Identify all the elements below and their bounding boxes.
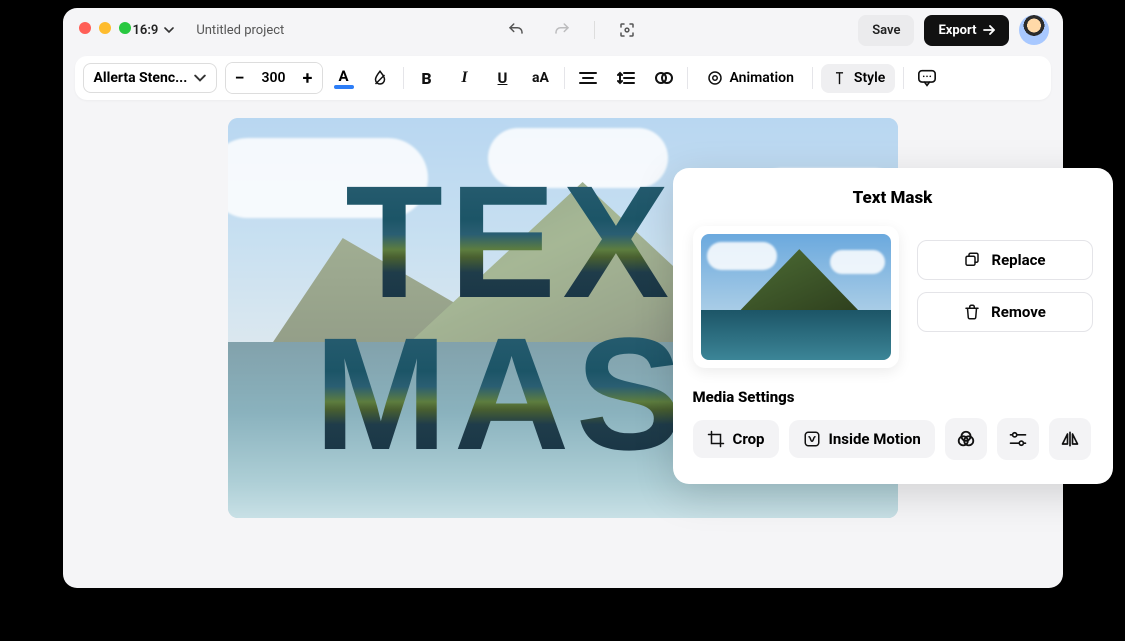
remove-button[interactable]: Remove bbox=[917, 292, 1093, 332]
crop-button[interactable]: Crop bbox=[693, 420, 779, 458]
replace-button[interactable]: Replace bbox=[917, 240, 1093, 280]
sliders-button[interactable] bbox=[997, 418, 1039, 460]
comment-button[interactable] bbox=[912, 63, 942, 93]
avatar[interactable] bbox=[1019, 15, 1049, 45]
text-style-icon bbox=[831, 70, 848, 87]
venn-icon bbox=[955, 429, 977, 449]
font-size-stepper: − 300 + bbox=[225, 62, 323, 94]
style-label: Style bbox=[854, 70, 885, 86]
inside-motion-label: Inside Motion bbox=[829, 430, 921, 448]
font-size-value[interactable]: 300 bbox=[254, 70, 294, 86]
window-controls bbox=[79, 22, 131, 34]
divider bbox=[687, 67, 688, 89]
line-spacing-button[interactable] bbox=[611, 63, 641, 93]
media-thumbnail bbox=[701, 234, 891, 360]
drop-icon bbox=[371, 69, 389, 87]
text-color-button[interactable]: A bbox=[331, 67, 357, 89]
line-spacing-icon bbox=[617, 70, 635, 86]
aspect-ratio-label: 16:9 bbox=[133, 23, 159, 38]
replace-icon bbox=[963, 251, 981, 269]
font-name-label: Allerta Stenc... bbox=[94, 70, 188, 86]
color-adjust-button[interactable] bbox=[945, 418, 987, 460]
trash-icon bbox=[963, 303, 981, 321]
media-thumbnail-wrap[interactable] bbox=[693, 226, 899, 368]
save-button[interactable]: Save bbox=[858, 15, 914, 46]
animation-button[interactable]: Animation bbox=[696, 63, 804, 93]
cloud bbox=[707, 242, 777, 270]
panel-title: Text Mask bbox=[693, 188, 1093, 208]
bold-button[interactable]: B bbox=[412, 63, 442, 93]
align-button[interactable] bbox=[573, 63, 603, 93]
align-center-icon bbox=[579, 71, 597, 85]
effects-button[interactable] bbox=[649, 63, 679, 93]
flip-button[interactable] bbox=[1049, 418, 1091, 460]
divider bbox=[403, 67, 404, 89]
font-size-decrease[interactable]: − bbox=[226, 63, 254, 93]
topbar-right: Save Export bbox=[858, 15, 1048, 46]
text-case-button[interactable]: aA bbox=[526, 63, 556, 93]
focus-button[interactable] bbox=[613, 16, 641, 44]
cloud bbox=[830, 250, 885, 274]
text-mask-panel: Text Mask Replace Remove bbox=[673, 168, 1113, 484]
crop-label: Crop bbox=[733, 430, 765, 448]
text-toolbar: Allerta Stenc... − 300 + A B I U aA bbox=[75, 56, 1051, 100]
media-settings-label: Media Settings bbox=[693, 388, 1093, 406]
arrow-right-icon bbox=[983, 25, 995, 35]
style-button[interactable]: Style bbox=[821, 64, 895, 93]
motion-icon bbox=[803, 430, 821, 448]
comment-icon bbox=[917, 69, 937, 87]
underline-button[interactable]: U bbox=[488, 63, 518, 93]
font-family-select[interactable]: Allerta Stenc... bbox=[83, 63, 217, 93]
highlight-color-button[interactable] bbox=[365, 63, 395, 93]
topbar: 16:9 Untitled project Save Export bbox=[63, 8, 1063, 52]
close-window-icon[interactable] bbox=[79, 22, 91, 34]
divider bbox=[594, 21, 595, 39]
project-title[interactable]: Untitled project bbox=[196, 23, 284, 38]
divider bbox=[564, 67, 565, 89]
redo-button[interactable] bbox=[548, 16, 576, 44]
undo-button[interactable] bbox=[502, 16, 530, 44]
aspect-ratio-select[interactable]: 16:9 bbox=[133, 23, 175, 38]
font-size-increase[interactable]: + bbox=[294, 63, 322, 93]
replace-label: Replace bbox=[991, 251, 1045, 269]
text-color-swatch bbox=[334, 85, 354, 89]
flip-icon bbox=[1060, 430, 1080, 448]
chevron-down-icon bbox=[164, 25, 174, 35]
animation-label: Animation bbox=[730, 70, 794, 86]
topbar-center bbox=[284, 16, 858, 44]
panel-actions: Replace Remove bbox=[917, 240, 1093, 332]
maximize-window-icon[interactable] bbox=[119, 22, 131, 34]
text-color-a: A bbox=[338, 67, 348, 85]
panel-media-row: Replace Remove bbox=[693, 226, 1093, 368]
export-button[interactable]: Export bbox=[924, 15, 1008, 46]
divider bbox=[903, 67, 904, 89]
media-settings-row: Crop Inside Motion bbox=[693, 418, 1093, 460]
undo-icon bbox=[507, 21, 525, 39]
inside-motion-button[interactable]: Inside Motion bbox=[789, 420, 935, 458]
chevron-down-icon bbox=[194, 72, 206, 84]
app-window: 16:9 Untitled project Save Export bbox=[63, 8, 1063, 588]
sliders-icon bbox=[1008, 430, 1028, 448]
export-label: Export bbox=[938, 23, 976, 38]
divider bbox=[812, 67, 813, 89]
overlap-circles-icon bbox=[654, 69, 674, 87]
minimize-window-icon[interactable] bbox=[99, 22, 111, 34]
crop-icon bbox=[707, 430, 725, 448]
redo-icon bbox=[553, 21, 571, 39]
italic-button[interactable]: I bbox=[450, 63, 480, 93]
focus-icon bbox=[618, 21, 636, 39]
remove-label: Remove bbox=[991, 303, 1046, 321]
water bbox=[701, 310, 891, 360]
animation-icon bbox=[706, 69, 724, 87]
